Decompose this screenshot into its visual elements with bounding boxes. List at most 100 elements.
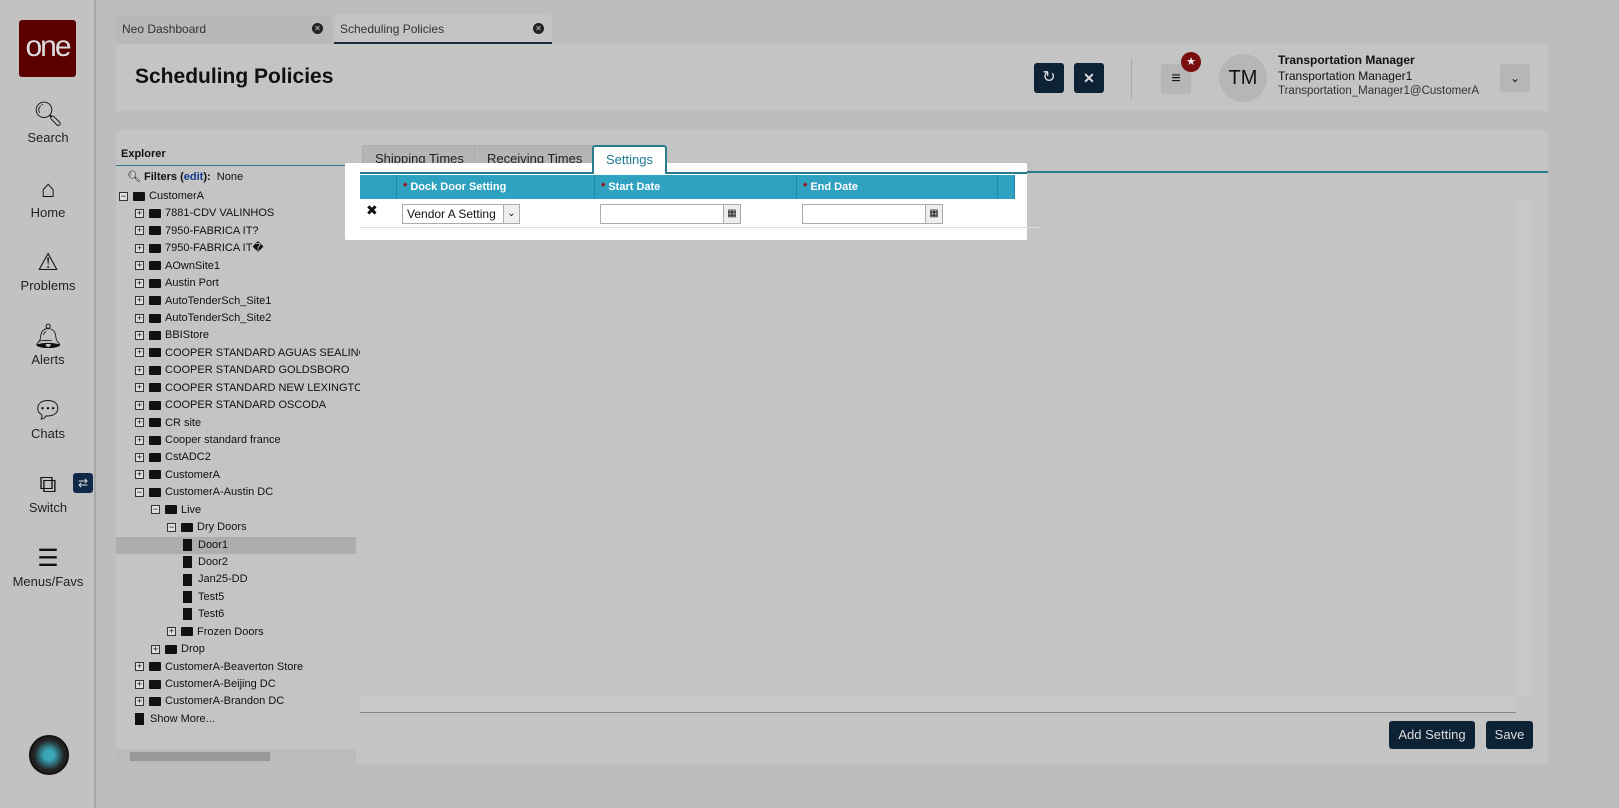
- expand-icon[interactable]: +: [167, 627, 176, 637]
- chevron-down-icon[interactable]: ⌄: [503, 205, 519, 223]
- tree-item[interactable]: + COOPER STANDARD AGUAS SEALING (3: [135, 345, 380, 362]
- collapse-icon[interactable]: −: [135, 487, 144, 497]
- expand-icon[interactable]: +: [135, 453, 144, 463]
- expand-icon[interactable]: +: [135, 470, 144, 480]
- expand-icon[interactable]: +: [135, 383, 144, 393]
- folder-icon: [165, 644, 177, 654]
- tree-item[interactable]: Door2: [183, 554, 228, 571]
- refresh-icon: ↻: [1042, 69, 1056, 86]
- page-header: Scheduling Policies ↻ ✕ ≡ ★ TM Transport…: [116, 44, 1548, 111]
- nav-alerts[interactable]: 🔔︎ Alerts: [0, 322, 96, 367]
- collapse-icon[interactable]: −: [167, 522, 176, 532]
- tree-item[interactable]: + COOPER STANDARD GOLDSBORO: [135, 362, 349, 379]
- collapse-icon[interactable]: −: [151, 505, 160, 515]
- delete-row-icon[interactable]: ✖︎: [366, 202, 378, 219]
- user-menu-chevron-icon[interactable]: ⌄: [1500, 64, 1530, 92]
- expand-icon[interactable]: +: [135, 261, 144, 271]
- tree-item[interactable]: Jan25-DD: [183, 571, 248, 588]
- nav-problems[interactable]: ⚠︎ Problems: [0, 248, 96, 293]
- expand-icon[interactable]: +: [135, 697, 144, 707]
- expand-icon[interactable]: +: [135, 313, 144, 323]
- tree-item[interactable]: − CustomerA-Austin DC: [135, 484, 273, 501]
- close-tab-icon[interactable]: ✕: [312, 23, 323, 34]
- nav-chats[interactable]: 💬︎ Chats: [0, 396, 96, 441]
- expand-icon[interactable]: +: [135, 348, 144, 358]
- tree-item[interactable]: +7950-FABRICA IT�: [135, 240, 264, 257]
- tree-item[interactable]: + Cooper standard france: [135, 432, 281, 449]
- favorite-star-icon[interactable]: ★: [1181, 52, 1201, 72]
- expand-icon[interactable]: +: [135, 400, 144, 410]
- refresh-button[interactable]: ↻: [1034, 63, 1064, 93]
- expand-icon[interactable]: +: [135, 243, 144, 253]
- tree-item[interactable]: Show More...: [135, 711, 215, 728]
- tree-item[interactable]: + CustomerA-Brandon DC: [135, 693, 284, 710]
- tree-item[interactable]: Test6: [183, 606, 224, 623]
- filters-label-end: ):: [203, 171, 211, 183]
- dock-door-setting-select[interactable]: Vendor A Setting ⌄: [402, 204, 520, 224]
- tree-item[interactable]: − CustomerA: [119, 188, 204, 205]
- close-button[interactable]: ✕: [1074, 63, 1104, 93]
- tree-item[interactable]: + COOPER STANDARD OSCODA: [135, 397, 326, 414]
- tree-item[interactable]: Test5: [183, 589, 224, 606]
- nav-menus-favs[interactable]: ☰ Menus/Favs: [0, 544, 96, 589]
- tree-item[interactable]: +7881-CDV VALINHOS: [135, 205, 274, 222]
- tab-neo-dashboard[interactable]: Neo Dashboard ✕: [116, 15, 331, 44]
- tree-item[interactable]: + AOwnSite1: [135, 258, 220, 275]
- expand-icon[interactable]: +: [135, 296, 144, 306]
- tree-item[interactable]: Door1: [116, 536, 356, 554]
- close-tab-icon[interactable]: ✕: [533, 23, 544, 34]
- calendar-icon[interactable]: ▦: [723, 205, 740, 223]
- tab-settings[interactable]: Settings: [592, 145, 667, 174]
- grid-vertical-scrollbar[interactable]: [1516, 199, 1532, 697]
- add-setting-button[interactable]: Add Setting: [1389, 721, 1475, 749]
- start-date-input[interactable]: ▦: [600, 204, 741, 224]
- tree-item[interactable]: + CustomerA-Beijing DC: [135, 676, 276, 693]
- expand-icon[interactable]: +: [135, 662, 144, 672]
- filters-edit-link[interactable]: edit: [184, 171, 204, 183]
- avatar[interactable]: TM: [1219, 54, 1267, 102]
- tree-item[interactable]: + Drop: [151, 641, 205, 658]
- tree-item[interactable]: + BBIStore: [135, 327, 209, 344]
- tree-item[interactable]: + CustomerA-Beaverton Store: [135, 659, 303, 676]
- tree-item[interactable]: + CstADC2: [135, 449, 211, 466]
- expand-icon[interactable]: +: [135, 226, 144, 236]
- expand-icon[interactable]: +: [135, 418, 144, 428]
- tree-item-label: Live: [181, 503, 202, 516]
- tree-item-label: AutoTenderSch_Site1: [165, 294, 272, 307]
- column-header-dock-door-setting[interactable]: * Dock Door Setting: [397, 175, 595, 199]
- tab-scheduling-policies[interactable]: Scheduling Policies ✕: [334, 15, 552, 44]
- end-date-input[interactable]: ▦: [802, 204, 943, 224]
- tree-item[interactable]: − Dry Doors: [167, 519, 247, 536]
- tree-horizontal-scrollbar[interactable]: [116, 749, 356, 764]
- assistant-avatar[interactable]: [29, 735, 69, 775]
- tree-item[interactable]: +7950-FABRICA IT?: [135, 223, 259, 240]
- app-logo[interactable]: one: [19, 20, 76, 77]
- tree-item[interactable]: − Live: [151, 502, 201, 519]
- expand-icon[interactable]: +: [135, 209, 144, 219]
- collapse-icon[interactable]: −: [119, 191, 128, 201]
- expand-icon[interactable]: +: [135, 435, 144, 445]
- expand-icon[interactable]: +: [151, 644, 160, 654]
- tree-item[interactable]: + COOPER STANDARD NEW LEXINGTON: [135, 380, 371, 397]
- save-button[interactable]: Save: [1486, 721, 1533, 749]
- tree-item[interactable]: + AutoTenderSch_Site2: [135, 310, 271, 327]
- grid-horizontal-scrollbar[interactable]: [360, 697, 1516, 713]
- tree-item[interactable]: + CR site: [135, 415, 201, 432]
- expand-icon[interactable]: +: [135, 278, 144, 288]
- tree-item[interactable]: + CustomerA: [135, 467, 220, 484]
- column-header-start-date[interactable]: * Start Date: [595, 175, 797, 199]
- nav-home[interactable]: ⌂ Home: [0, 175, 96, 220]
- nav-search[interactable]: 🔍︎ Search: [0, 100, 96, 145]
- calendar-icon[interactable]: ▦: [925, 205, 942, 223]
- column-header-end-date[interactable]: * End Date: [797, 175, 998, 199]
- tree-item[interactable]: + AutoTenderSch_Site1: [135, 293, 271, 310]
- expand-icon[interactable]: +: [135, 679, 144, 689]
- expand-icon[interactable]: +: [135, 365, 144, 375]
- expand-icon[interactable]: +: [135, 331, 144, 341]
- close-icon: ✕: [1083, 70, 1095, 86]
- tree-item-label: COOPER STANDARD OSCODA: [165, 399, 327, 412]
- tree-item[interactable]: + Frozen Doors: [167, 624, 264, 641]
- folder-icon: [149, 243, 161, 253]
- tree-item[interactable]: + Austin Port: [135, 275, 219, 292]
- divider: [116, 165, 360, 166]
